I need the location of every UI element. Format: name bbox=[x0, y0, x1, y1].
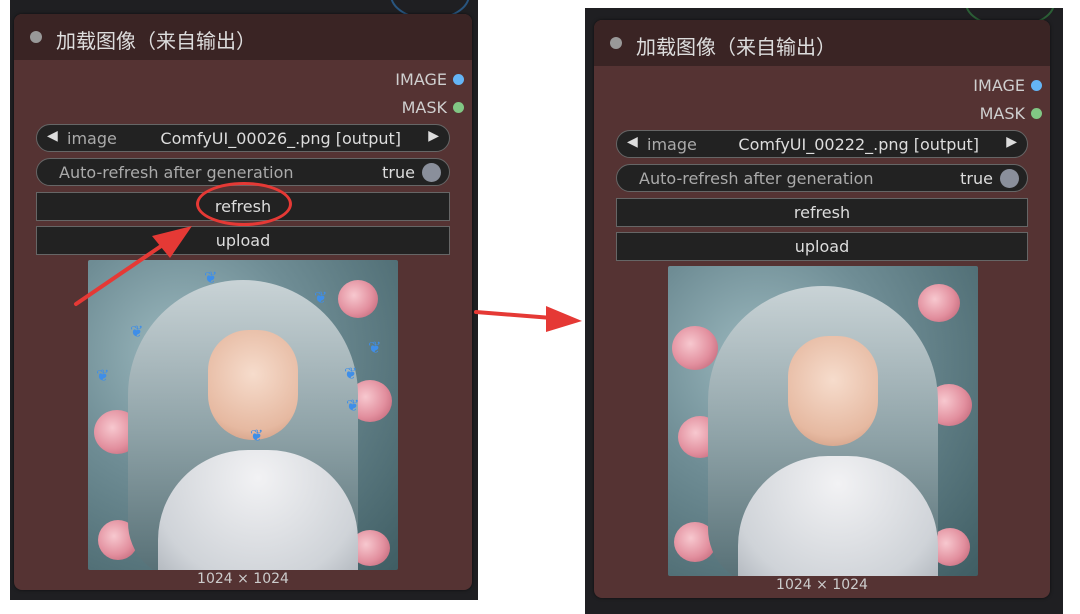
image-slot-dot-icon[interactable] bbox=[453, 74, 464, 85]
butterfly-icon: ❦ bbox=[368, 338, 382, 357]
triangle-right-icon[interactable]: ▶ bbox=[1006, 134, 1017, 150]
combo-value[interactable]: ComfyUI_00026_.png [output] bbox=[160, 129, 401, 148]
triangle-left-icon[interactable]: ◀ bbox=[47, 128, 58, 144]
combo-value[interactable]: ComfyUI_00222_.png [output] bbox=[738, 135, 979, 154]
output-slot-mask[interactable]: MASK bbox=[980, 104, 1042, 123]
toggle-knob[interactable] bbox=[422, 163, 441, 182]
refresh-button[interactable]: refresh bbox=[616, 198, 1028, 227]
image-size-label: 1024 × 1024 bbox=[197, 571, 289, 587]
annotation-circle bbox=[196, 182, 292, 226]
image-preview bbox=[668, 266, 978, 576]
butterfly-icon: ❦ bbox=[204, 268, 218, 287]
red-arrow bbox=[474, 306, 582, 332]
butterfly-icon: ❦ bbox=[250, 426, 264, 445]
butterfly-icon: ❦ bbox=[346, 396, 360, 415]
upload-button[interactable]: upload bbox=[616, 232, 1028, 261]
butterfly-icon: ❦ bbox=[130, 322, 144, 341]
image-combo-widget[interactable]: ◀ image ComfyUI_00026_.png [output] ▶ bbox=[36, 124, 450, 152]
auto-refresh-toggle[interactable]: Auto-refresh after generation true bbox=[616, 164, 1028, 192]
face-shape bbox=[788, 336, 878, 446]
toggle-label: Auto-refresh after generation bbox=[639, 169, 874, 188]
rose-shape bbox=[672, 326, 718, 370]
mask-slot-dot-icon[interactable] bbox=[1031, 108, 1042, 119]
mask-slot-dot-icon[interactable] bbox=[453, 102, 464, 113]
output-slot-image[interactable]: IMAGE bbox=[395, 70, 464, 89]
rose-shape bbox=[918, 284, 960, 322]
output-slot-mask[interactable]: MASK bbox=[402, 98, 464, 117]
output-slot-label: MASK bbox=[401, 98, 447, 117]
triangle-left-icon[interactable]: ◀ bbox=[627, 134, 638, 150]
load-image-output-node-after[interactable]: 加载图像（来自输出） IMAGE MASK ◀ image ComfyUI_00… bbox=[594, 20, 1050, 598]
face-shape bbox=[208, 330, 298, 440]
butterfly-icon: ❦ bbox=[314, 288, 328, 307]
output-slot-image[interactable]: IMAGE bbox=[973, 76, 1042, 95]
toggle-value: true bbox=[960, 169, 993, 188]
node-status-dot[interactable] bbox=[610, 37, 622, 49]
toggle-label: Auto-refresh after generation bbox=[59, 163, 294, 182]
node-status-dot[interactable] bbox=[30, 31, 42, 43]
toggle-value: true bbox=[382, 163, 415, 182]
butterfly-icon: ❦ bbox=[96, 366, 110, 385]
comparison-stage: 加载图像（来自输出） IMAGE MASK ◀ image ComfyUI_00… bbox=[0, 0, 1080, 614]
node-title: 加载图像（来自输出） bbox=[56, 29, 256, 53]
rose-shape bbox=[338, 280, 378, 318]
triangle-right-icon[interactable]: ▶ bbox=[428, 128, 439, 144]
image-preview: ❦ ❦ ❦ ❦ ❦ ❦ ❦ ❦ bbox=[88, 260, 398, 570]
node-title-bar[interactable]: 加载图像（来自输出） bbox=[14, 14, 472, 60]
node-title-bar[interactable]: 加载图像（来自输出） bbox=[594, 20, 1050, 66]
image-combo-widget[interactable]: ◀ image ComfyUI_00222_.png [output] ▶ bbox=[616, 130, 1028, 158]
output-slot-label: IMAGE bbox=[973, 76, 1025, 95]
output-slot-label: IMAGE bbox=[395, 70, 447, 89]
output-slot-label: MASK bbox=[979, 104, 1025, 123]
upload-button[interactable]: upload bbox=[36, 226, 450, 255]
image-size-label: 1024 × 1024 bbox=[776, 577, 868, 593]
combo-label: image bbox=[67, 129, 117, 148]
toggle-knob[interactable] bbox=[1000, 169, 1019, 188]
node-title: 加载图像（来自输出） bbox=[636, 35, 836, 59]
image-slot-dot-icon[interactable] bbox=[1031, 80, 1042, 91]
butterfly-icon: ❦ bbox=[344, 364, 358, 383]
combo-label: image bbox=[647, 135, 697, 154]
load-image-output-node-before[interactable]: 加载图像（来自输出） IMAGE MASK ◀ image ComfyUI_00… bbox=[14, 14, 472, 590]
